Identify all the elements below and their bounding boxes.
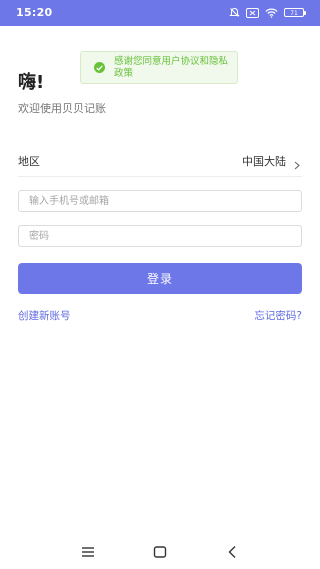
welcome-subtitle: 欢迎使用贝贝记账	[18, 102, 106, 115]
password-input[interactable]	[18, 225, 302, 247]
battery-icon: 71	[284, 8, 306, 17]
chevron-right-icon	[294, 155, 300, 174]
region-value: 中国大陆	[242, 155, 286, 168]
back-icon[interactable]	[223, 543, 243, 561]
home-square-icon[interactable]	[150, 543, 170, 561]
check-circle-icon	[94, 62, 105, 73]
menu-icon[interactable]	[78, 543, 98, 561]
no-sim-icon	[246, 7, 259, 18]
agreement-toast: 感谢您同意用户协议和隐私政策	[80, 51, 238, 84]
wifi-icon	[265, 8, 278, 18]
status-time: 15:20	[16, 6, 53, 19]
region-selector[interactable]: 地区 中国大陆	[18, 146, 302, 177]
forgot-password-link[interactable]: 忘记密码?	[254, 308, 302, 323]
page-title: 嗨!	[18, 72, 45, 93]
login-button[interactable]: 登录	[18, 263, 302, 294]
region-label: 地区	[18, 155, 40, 168]
phone-email-input[interactable]	[18, 190, 302, 212]
alarm-off-icon	[229, 7, 240, 18]
create-account-link[interactable]: 创建新账号	[18, 308, 71, 323]
toast-message: 感谢您同意用户协议和隐私政策	[114, 56, 229, 79]
status-icons: 71	[229, 7, 306, 18]
status-bar: 15:20 71	[0, 0, 320, 26]
system-nav-bar	[0, 535, 320, 569]
